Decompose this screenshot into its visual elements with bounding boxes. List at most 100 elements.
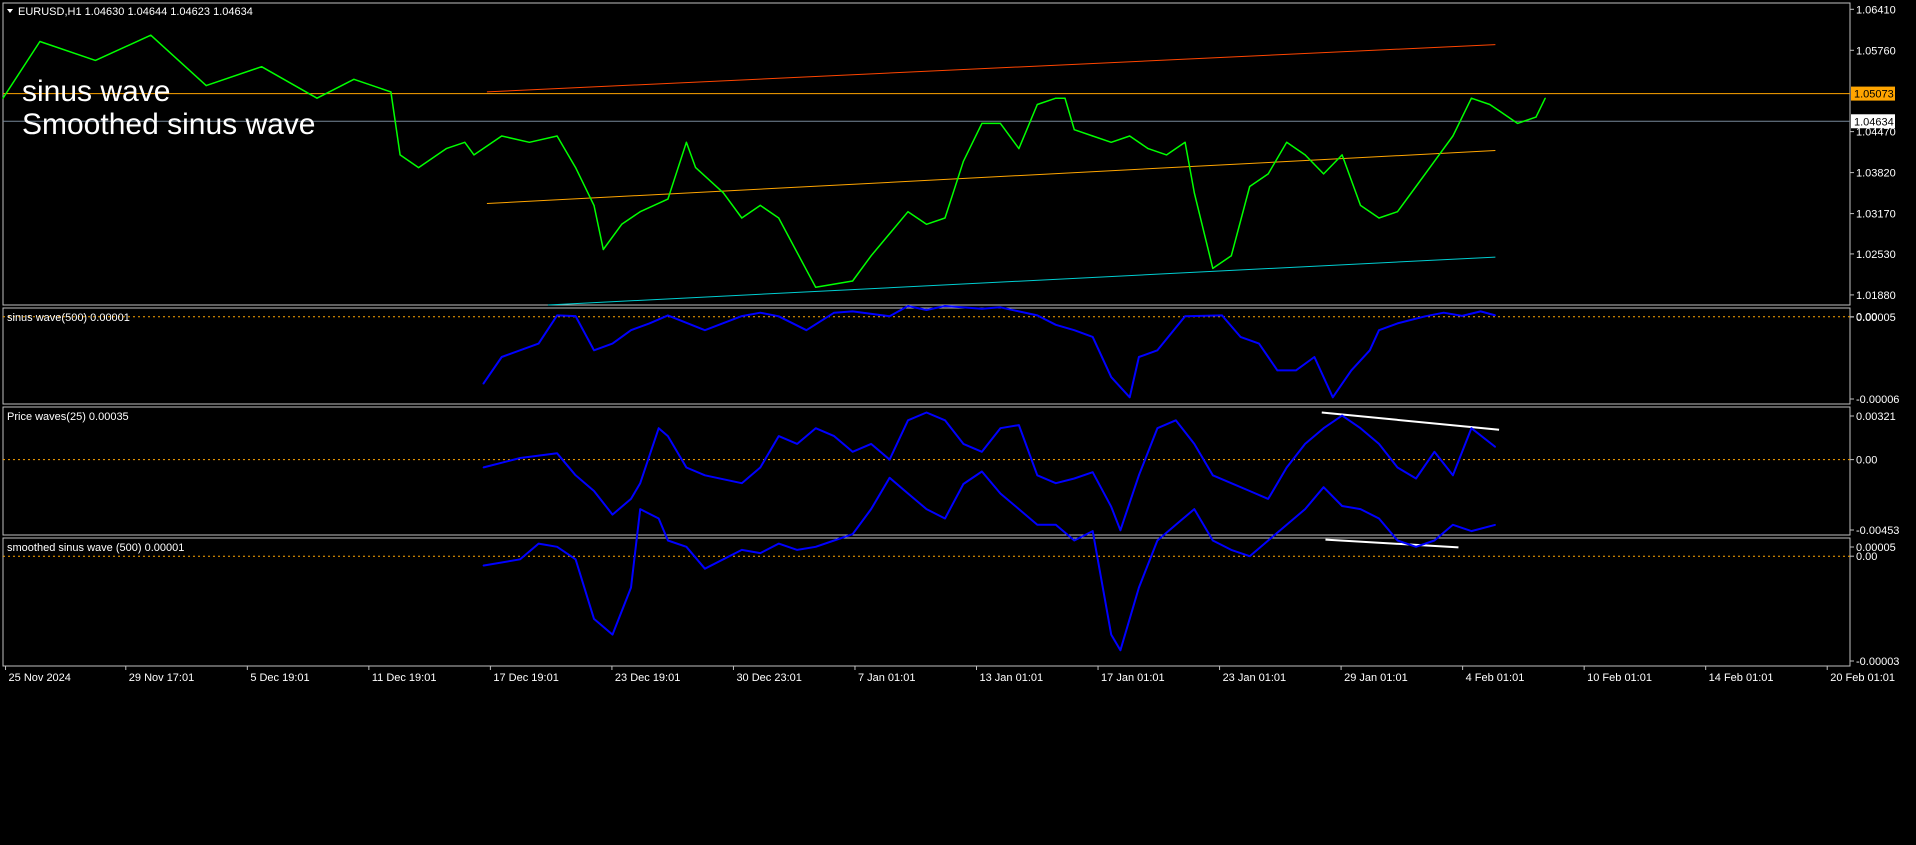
price-data-point [1286,141,1288,143]
price-data-point [1129,135,1131,137]
price-waves-data-point [778,435,780,437]
price-waves-data-point [611,513,614,516]
sinus-wave-data-point [1073,329,1075,331]
price-data-point [1110,141,1112,143]
smoothed-sinus-wave-data-point [1119,649,1122,651]
sinus-wave-data-point [1369,349,1371,351]
price-data-point [685,141,687,143]
price-data-point [1055,97,1057,99]
smoothed-sinus-wave-data-point [519,558,521,560]
price-data-point [1193,192,1195,194]
sinus-wave-data-point [833,312,835,314]
sinus-wave-data-point [888,315,891,317]
price-data-point [1470,97,1472,99]
sinus-wave-data-point [1156,349,1158,351]
price-data-point [925,223,928,225]
x-tick-label: 23 Jan 01:01 [1223,672,1287,684]
price-waves-data-point [1110,506,1112,508]
price-waves-data-point [1433,451,1436,453]
price-data-point [316,97,318,99]
smoothed-sinus-wave-data-point [888,477,891,479]
sinus-wave-data-point [852,310,854,312]
bid-price-tag-label: 1.04634 [1854,116,1894,128]
price-data-point [1184,141,1186,143]
price-data-point [1452,135,1454,137]
price-waves-data-point [759,466,761,469]
price-data-point [1147,148,1149,150]
sinus-wave-data-point [778,315,780,317]
y-tick-label: 1.02530 [1856,249,1896,261]
smoothed-sinus-wave-data-point [1359,508,1362,510]
sinus-wave-data-point [944,305,946,307]
price-data-point [94,59,96,61]
smoothed-sinus-wave-data-point [870,508,872,510]
smoothed-sinus-wave-data-point [658,517,660,520]
price-waves-data-point [667,435,669,437]
price-data-point [260,66,263,68]
smoothed-sinus-wave-data-point [1073,539,1075,542]
price-waves-data-point [962,443,965,445]
price-waves-data-point [999,427,1001,429]
price-waves-data-point [1341,415,1343,417]
price-data-point [528,141,530,143]
price-data-point [205,84,207,87]
price-waves-data-point [1249,490,1251,492]
sinus-wave-data-point [1221,314,1223,316]
y-tick-label: 1.01880 [1856,290,1896,302]
price-data-point [759,204,761,206]
price-data-point [1212,267,1214,270]
sinus-wave-data-point [1396,322,1399,325]
smoothed-sinus-wave-data-point [1110,634,1112,636]
smoothed-sinus-wave-data-point [1055,524,1057,526]
price-waves-data-point [685,466,687,469]
x-tick-label: 10 Feb 01:01 [1587,672,1652,684]
price-data-point [1092,135,1094,137]
price-data-point [962,160,965,162]
smoothed-sinus-wave-data-point [704,568,706,570]
smoothed-sinus-wave-data-point [1175,524,1177,526]
price-waves-data-point [1193,443,1195,445]
x-tick-label: 11 Dec 19:01 [372,672,437,684]
smoothed-sinus-wave-data-point [778,543,780,545]
price-data-point [399,154,401,156]
smoothed-sinus-wave-data-point [852,533,854,535]
price-waves-data-point [1267,498,1269,500]
smoothed-sinus-wave-data-point [925,508,928,510]
x-tick-label: 23 Dec 19:01 [615,672,680,684]
price-waves-data-point [925,411,928,414]
smoothed-sinus-wave-data-point [981,470,983,473]
resistance-price-tag-label: 1.05073 [1854,89,1894,101]
smoothed-sinus-wave-data-point [1470,530,1472,532]
price-data-point [695,166,697,169]
x-tick-label: 13 Jan 01:01 [980,672,1044,684]
price-data-point [999,122,1001,125]
price-data-point [1018,148,1020,150]
y-tick-label: -0.00006 [1856,394,1899,406]
price-waves-data-point [519,457,521,459]
price-waves-data-point [1073,477,1075,480]
price-waves-data-point [981,451,983,453]
pane-title-sinus-wave: sinus wave(500) 0.00001 [7,312,130,324]
price-waves-data-point [944,419,946,421]
price-data-point [1267,173,1269,175]
smoothed-sinus-wave-data-point [1138,586,1140,589]
sinus-wave-data-point [1092,336,1094,338]
smoothed-sinus-wave-data-point [1249,555,1251,557]
price-waves-data-point [833,435,835,437]
smoothed-sinus-wave-data-point [815,546,817,548]
price-data-point [464,141,466,143]
price-waves-data-point [815,427,817,429]
price-waves-data-point [1494,446,1496,448]
sinus-wave-data-point [1378,329,1380,331]
price-data-point [1230,255,1232,257]
sinus-wave-data-point [1424,315,1426,317]
price-waves-data-point [1415,477,1417,480]
sinus-wave-data-point [1110,376,1112,378]
price-data-point [473,154,475,156]
sinus-wave-data-point [482,383,484,385]
y-tick-label: 0.00321 [1856,411,1896,423]
price-waves-data-point [1055,482,1057,484]
price-data-point [1396,211,1399,213]
x-tick-label: 4 Feb 01:01 [1466,672,1525,684]
price-data-point [390,91,392,93]
